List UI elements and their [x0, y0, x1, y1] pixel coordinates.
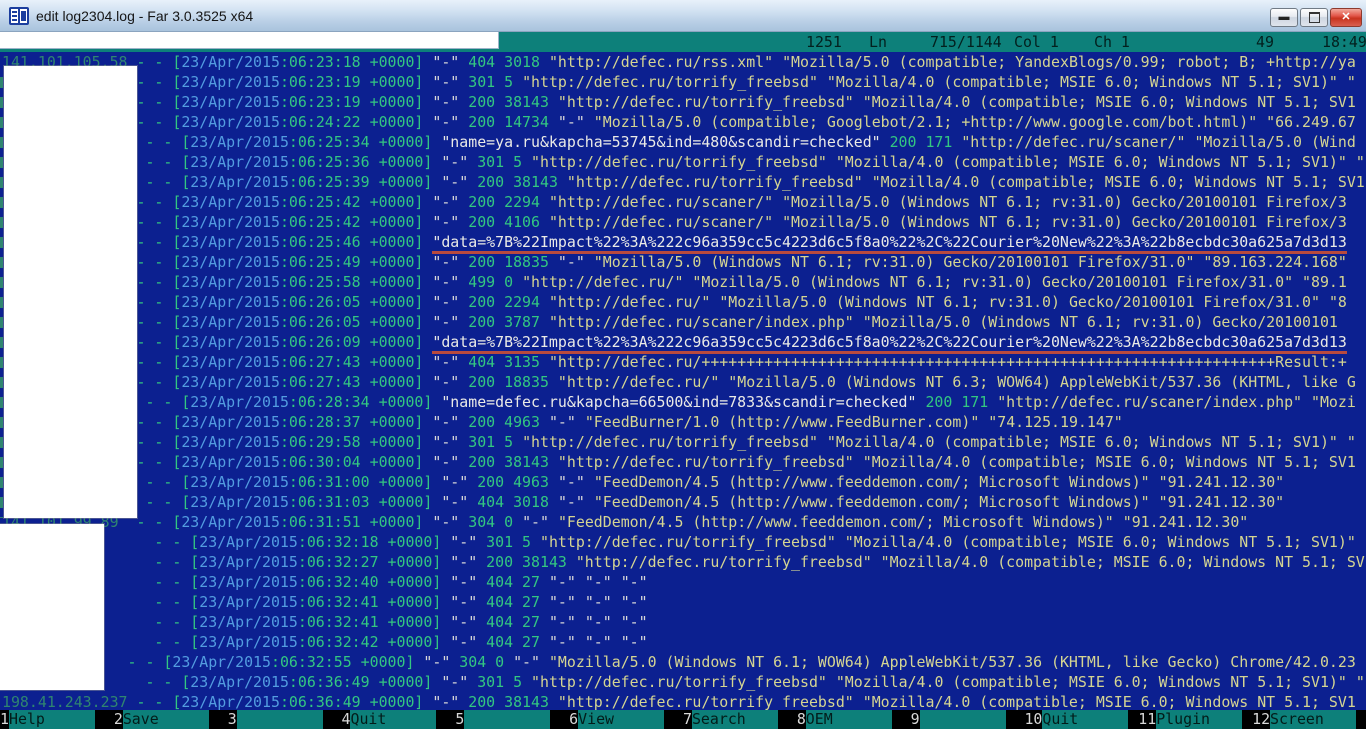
fkey-7[interactable]: 7Search	[683, 710, 797, 729]
fkey-2[interactable]: 2Save	[114, 710, 228, 729]
fkey-label: Quit	[1042, 710, 1128, 729]
fkey-label: Search	[692, 710, 778, 729]
fkey-label	[237, 710, 323, 729]
log-line[interactable]: 141.101.99.89 - - [23/Apr/2015:06:31:51 …	[0, 512, 1366, 532]
log-line[interactable]: - - [23/Apr/2015:06:25:49 +0000] "-" 200…	[0, 252, 1366, 272]
log-line[interactable]: - - [23/Apr/2015:06:26:05 +0000] "-" 200…	[0, 292, 1366, 312]
log-line[interactable]: - - [23/Apr/2015:06:23:19 +0000] "-" 200…	[0, 92, 1366, 112]
log-line[interactable]: - - [23/Apr/2015:06:32:18 +0000] "-" 301…	[0, 532, 1366, 552]
status-char: Ch 1	[1094, 32, 1130, 52]
log-line[interactable]: - - [23/Apr/2015:06:36:49 +0000] "-" 301…	[0, 672, 1366, 692]
fkey-label: OEM	[806, 710, 892, 729]
log-line[interactable]: - - [23/Apr/2015:06:23:19 +0000] "-" 301…	[0, 72, 1366, 92]
far-manager-icon	[9, 7, 29, 25]
fkey-number: 8	[797, 710, 806, 729]
overlay-window-2	[0, 524, 104, 690]
status-clock: 18:49	[1322, 32, 1366, 52]
close-icon: ✕	[1341, 12, 1350, 23]
fkey-label: Plugin	[1156, 710, 1242, 729]
fkey-label	[464, 710, 550, 729]
log-line[interactable]: - - [23/Apr/2015:06:25:36 +0000] "-" 301…	[0, 152, 1366, 172]
overlay-window-strip	[0, 32, 499, 49]
fkey-number: 4	[341, 710, 350, 729]
log-line[interactable]: - - [23/Apr/2015:06:26:05 +0000] "-" 200…	[0, 312, 1366, 332]
fkey-number: 10	[1024, 710, 1042, 729]
minimize-icon: ▬	[1279, 12, 1290, 23]
window-title: edit log2304.log - Far 3.0.3525 x64	[36, 8, 253, 24]
fkey-label: Save	[123, 710, 209, 729]
fkey-5[interactable]: 5	[455, 710, 569, 729]
fkey-8[interactable]: 8OEM	[797, 710, 911, 729]
log-line[interactable]: - - [23/Apr/2015:06:31:03 +0000] "-" 404…	[0, 492, 1366, 512]
log-line[interactable]: - - [23/Apr/2015:06:32:41 +0000] "-" 404…	[0, 612, 1366, 632]
log-line[interactable]: - - [23/Apr/2015:06:32:42 +0000] "-" 404…	[0, 632, 1366, 652]
fkey-3[interactable]: 3	[228, 710, 342, 729]
log-line[interactable]: - - [23/Apr/2015:06:25:46 +0000] "data=%…	[0, 232, 1366, 252]
fkey-number: 2	[114, 710, 123, 729]
fkey-11[interactable]: 11Plugin	[1138, 710, 1252, 729]
fkey-label	[920, 710, 1006, 729]
status-number: 49	[1256, 32, 1274, 52]
status-line-label: Ln	[869, 32, 887, 52]
fkey-number: 3	[228, 710, 237, 729]
fkey-label: Help	[9, 710, 95, 729]
log-line[interactable]: - - [23/Apr/2015:06:32:41 +0000] "-" 404…	[0, 592, 1366, 612]
log-line[interactable]: - - [23/Apr/2015:06:32:55 +0000] "-" 304…	[0, 652, 1366, 672]
fkey-number: 1	[0, 710, 9, 729]
fkey-number: 11	[1138, 710, 1156, 729]
fkey-label: Screen	[1270, 710, 1356, 729]
fkey-number: 5	[455, 710, 464, 729]
fkey-label: View	[578, 710, 664, 729]
fkey-6[interactable]: 6View	[569, 710, 683, 729]
log-line[interactable]: - - [23/Apr/2015:06:32:40 +0000] "-" 404…	[0, 572, 1366, 592]
minimize-button[interactable]: ▬	[1270, 8, 1298, 27]
log-line[interactable]: - - [23/Apr/2015:06:25:42 +0000] "-" 200…	[0, 212, 1366, 232]
status-column: Col 1	[1014, 32, 1059, 52]
log-line[interactable]: - - [23/Apr/2015:06:28:37 +0000] "-" 200…	[0, 412, 1366, 432]
log-line[interactable]: - - [23/Apr/2015:06:27:43 +0000] "-" 200…	[0, 372, 1366, 392]
titlebar: edit log2304.log - Far 3.0.3525 x64 ▬ ✕	[0, 0, 1366, 32]
status-size: 1251	[806, 32, 842, 52]
clipped-text-edge	[0, 72, 3, 518]
editor-content[interactable]: 141.101.105.58 - - [23/Apr/2015:06:23:18…	[0, 52, 1366, 710]
maximize-button[interactable]	[1300, 8, 1328, 27]
log-line[interactable]: - - [23/Apr/2015:06:25:58 +0000] "-" 499…	[0, 272, 1366, 292]
fkey-9[interactable]: 9	[911, 710, 1025, 729]
log-line[interactable]: - - [23/Apr/2015:06:25:42 +0000] "-" 200…	[0, 192, 1366, 212]
fkey-12[interactable]: 12Screen	[1252, 710, 1366, 729]
fkey-4[interactable]: 4Quit	[341, 710, 455, 729]
close-button[interactable]: ✕	[1330, 8, 1362, 27]
log-line[interactable]: - - [23/Apr/2015:06:28:34 +0000] "name=d…	[0, 392, 1366, 412]
log-line[interactable]: - - [23/Apr/2015:06:26:09 +0000] "data=%…	[0, 332, 1366, 352]
log-line[interactable]: - - [23/Apr/2015:06:31:00 +0000] "-" 200…	[0, 472, 1366, 492]
maximize-icon	[1309, 12, 1320, 23]
log-line[interactable]: - - [23/Apr/2015:06:24:22 +0000] "-" 200…	[0, 112, 1366, 132]
log-line[interactable]: - - [23/Apr/2015:06:25:34 +0000] "name=y…	[0, 132, 1366, 152]
fkey-number: 9	[911, 710, 920, 729]
log-line[interactable]: - - [23/Apr/2015:06:29:58 +0000] "-" 301…	[0, 432, 1366, 452]
fkey-number: 6	[569, 710, 578, 729]
fkey-10[interactable]: 10Quit	[1024, 710, 1138, 729]
fkey-number: 12	[1252, 710, 1270, 729]
log-line[interactable]: - - [23/Apr/2015:06:27:43 +0000] "-" 404…	[0, 352, 1366, 372]
log-line[interactable]: 141.101.105.58 - - [23/Apr/2015:06:23:18…	[0, 52, 1366, 72]
function-keybar: 1Help2Save34Quit56View7Search8OEM910Quit…	[0, 710, 1366, 729]
overlay-window-1	[4, 66, 137, 518]
log-line[interactable]: - - [23/Apr/2015:06:30:04 +0000] "-" 200…	[0, 452, 1366, 472]
log-line[interactable]: - - [23/Apr/2015:06:32:27 +0000] "-" 200…	[0, 552, 1366, 572]
fkey-1[interactable]: 1Help	[0, 710, 114, 729]
fkey-number: 7	[683, 710, 692, 729]
log-line[interactable]: - - [23/Apr/2015:06:25:39 +0000] "-" 200…	[0, 172, 1366, 192]
log-line[interactable]: 198.41.243.237 - - [23/Apr/2015:06:36:49…	[0, 692, 1366, 710]
fkey-label: Quit	[350, 710, 436, 729]
status-line-value: 715/1144	[930, 32, 1002, 52]
far-editor-window: edit log2304.log - Far 3.0.3525 x64 ▬ ✕ …	[0, 0, 1366, 729]
